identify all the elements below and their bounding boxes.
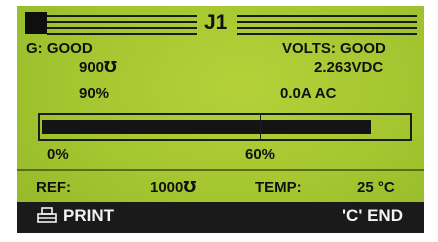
bar-label-min: 0% [47, 146, 69, 163]
header-rule [47, 15, 197, 17]
volts-value: 2.263VDC [314, 59, 384, 76]
volts-status: VOLTS: GOOD [282, 40, 386, 57]
print-label[interactable]: PRINT [63, 206, 114, 226]
ref-label: REF: [36, 179, 71, 196]
ground-status: G: GOOD [26, 40, 93, 57]
page-title: J1 [204, 11, 228, 34]
ground-value: 900℧ [79, 59, 117, 76]
header-rule [47, 27, 197, 29]
progress-bar-fill [42, 120, 371, 134]
header-rule [237, 27, 417, 29]
ref-value: 1000℧ [150, 179, 197, 196]
end-softkey[interactable]: 'C' END [342, 206, 403, 226]
header-rule [47, 33, 197, 35]
divider [17, 169, 424, 171]
header-rule [47, 21, 197, 23]
lcd-screen: J1 G: GOOD 900℧ 90% VOLTS: GOOD 2.263VDC… [17, 6, 424, 233]
temp-value: 25 °C [357, 179, 395, 196]
bar-label-marker: 60% [245, 146, 276, 163]
header-rule [237, 21, 417, 23]
header-rule [237, 15, 417, 17]
printer-icon [37, 207, 57, 223]
progress-bar-marker [260, 114, 261, 140]
current-value: 0.0A AC [280, 85, 337, 102]
header-rule [237, 33, 417, 35]
title-block-indicator [25, 12, 47, 34]
temp-label: TEMP: [255, 179, 302, 196]
progress-bar [38, 113, 412, 141]
ground-percent: 90% [79, 85, 110, 102]
